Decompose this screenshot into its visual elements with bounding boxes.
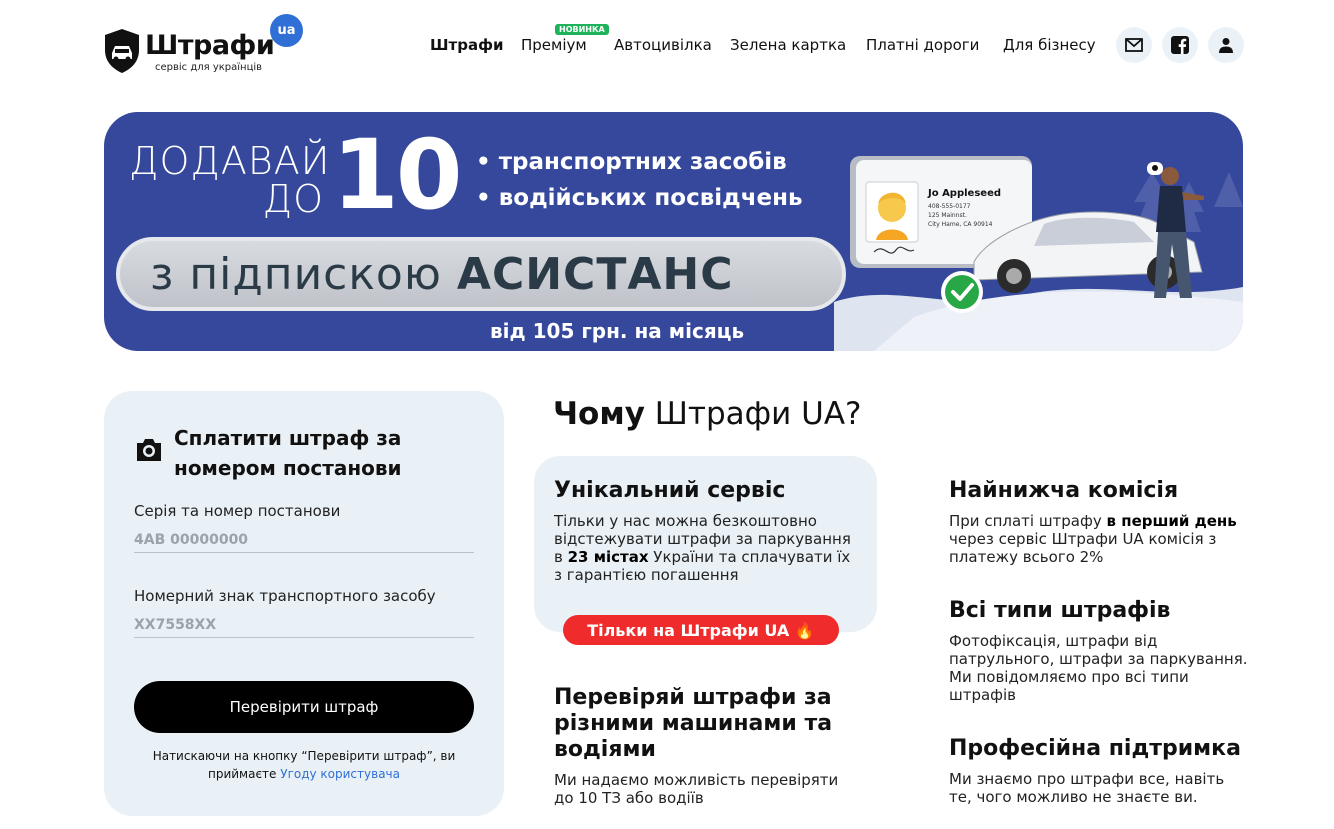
unique-text-bold: 23 містах (567, 548, 649, 566)
banner-pill-text: з підпискою АСИСТАНС (150, 249, 734, 300)
card-line1: 408-555-0177 (928, 203, 971, 210)
fine-types-text: Фотофіксація, штрафи від патрульного, шт… (949, 632, 1248, 704)
banner-subscription-pill: з підпискою АСИСТАНС (116, 237, 846, 311)
fine-types-title: Всі типи штрафів (949, 598, 1171, 623)
why-title: Чому Штрафи UA? (553, 396, 862, 432)
banner-add-line1: ДОДАВАЙ (129, 139, 331, 183)
support-title: Професійна підтримка (949, 736, 1241, 761)
check-icon (941, 271, 983, 313)
series-label: Серія та номер постанови (134, 502, 341, 520)
unique-title: Унікальний сервіс (554, 478, 786, 503)
logo-name: Штрафи (145, 30, 275, 61)
plate-input[interactable] (134, 612, 474, 638)
unique-text: Тільки у нас можна безкоштовно відстежув… (554, 512, 854, 584)
commission-text-a: При сплаті штрафу (949, 512, 1102, 530)
facebook-icon (1171, 36, 1189, 54)
mail-button[interactable] (1116, 27, 1152, 63)
terms-link[interactable]: Угоду користувача (280, 767, 400, 781)
nav-fines[interactable]: Штрафи (430, 36, 503, 54)
logo-ua-badge: ua (270, 14, 303, 47)
check-cars-text: Ми надаємо можливість перевіряти до 10 Т… (554, 771, 839, 807)
new-badge: НОВИНКА (555, 24, 609, 35)
commission-title: Найнижча комісія (949, 478, 1179, 503)
mail-icon (1125, 38, 1143, 52)
nav-premium[interactable]: Преміум (521, 36, 587, 54)
banner-bullet-vehicles: транспортних засобів (476, 144, 803, 180)
check-cars-title: Перевіряй штрафи за різними машинами та … (554, 685, 833, 762)
card-line3: City Hame, CA 90914 (928, 221, 993, 228)
plate-label: Номерний знак транспортного засобу (134, 587, 436, 605)
nav-green-card[interactable]: Зелена картка (730, 36, 846, 54)
nav-auto-insurance[interactable]: Автоцивілка (614, 36, 712, 54)
commission-text-b: через сервіс Штрафи UA комісія з платежу… (949, 530, 1217, 566)
check-fine-button[interactable]: Перевірити штраф (134, 681, 474, 733)
pay-fine-form: Сплатити штраф за номером постанови Сері… (104, 391, 504, 816)
shield-car-icon (105, 29, 139, 73)
camera-icon (137, 439, 161, 461)
facebook-button[interactable] (1162, 27, 1198, 63)
site-header: Штрафи ua сервіс для українців Штрафи НО… (0, 0, 1334, 92)
banner-bullets: транспортних засобів водійських посвідче… (476, 144, 803, 216)
banner-bullet-licenses: водійських посвідчень (476, 180, 803, 216)
logo-subtitle: сервіс для українців (155, 62, 263, 73)
nav-toll-roads[interactable]: Платні дороги (866, 36, 979, 54)
card-name: Jo Appleseed (927, 188, 1001, 199)
terms-note: Натискаючи на кнопку “Перевірити штраф”,… (134, 747, 474, 783)
promo-banner[interactable]: ДОДАВАЙ ДО 10 транспортних засобів водій… (104, 112, 1243, 351)
support-text: Ми знаємо про штрафи все, навіть те, чог… (949, 770, 1225, 806)
banner-illustration: Jo Appleseed 408-555-0177 125 Mainnst. C… (834, 156, 1243, 351)
exclusive-badge: Тільки на Штрафи UA 🔥 (563, 615, 839, 645)
banner-pill-prefix: з підпискою (150, 249, 442, 300)
pay-title: Сплатити штраф за номером постанови (174, 426, 402, 480)
commission-text: При сплаті штрафу в перший день через се… (949, 512, 1239, 566)
why-title-bold: Чому (553, 396, 645, 432)
nav-business[interactable]: Для бізнесу (1003, 36, 1096, 54)
user-icon (1219, 38, 1233, 53)
banner-pill-bold: АСИСТАНС (456, 249, 734, 300)
account-button[interactable] (1208, 27, 1244, 63)
card-line2: 125 Mainnst. (928, 212, 967, 219)
banner-count: 10 (332, 119, 463, 231)
banner-add-text: ДОДАВАЙ ДО (129, 139, 331, 221)
series-input[interactable] (134, 527, 474, 553)
commission-text-bold: в перший день (1106, 512, 1237, 530)
banner-add-line2: ДО (262, 177, 324, 221)
logo[interactable]: Штрафи ua сервіс для українців (103, 14, 313, 76)
why-title-rest: Штрафи UA? (654, 396, 862, 432)
banner-price: від 105 грн. на місяць (490, 319, 745, 343)
